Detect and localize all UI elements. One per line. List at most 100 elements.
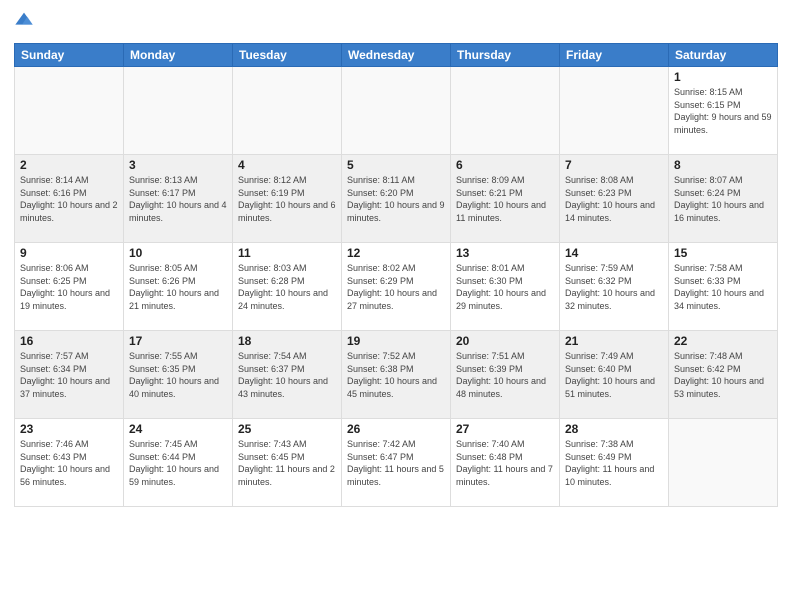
- weekday-header-saturday: Saturday: [669, 44, 778, 67]
- calendar-day: 26 Sunrise: 7:42 AM Sunset: 6:47 PM Dayli…: [342, 419, 451, 507]
- calendar-week-row: 16 Sunrise: 7:57 AM Sunset: 6:34 PM Dayli…: [15, 331, 778, 419]
- weekday-header-thursday: Thursday: [451, 44, 560, 67]
- calendar-day: [669, 419, 778, 507]
- calendar-day: 16 Sunrise: 7:57 AM Sunset: 6:34 PM Dayli…: [15, 331, 124, 419]
- weekday-header-row: SundayMondayTuesdayWednesdayThursdayFrid…: [15, 44, 778, 67]
- calendar-day: 20 Sunrise: 7:51 AM Sunset: 6:39 PM Dayli…: [451, 331, 560, 419]
- calendar-day: 9 Sunrise: 8:06 AM Sunset: 6:25 PM Daylig…: [15, 243, 124, 331]
- calendar-day: [233, 67, 342, 155]
- day-info: Sunrise: 8:11 AM Sunset: 6:20 PM Dayligh…: [347, 174, 445, 224]
- calendar-day: [342, 67, 451, 155]
- calendar-day: 27 Sunrise: 7:40 AM Sunset: 6:48 PM Dayli…: [451, 419, 560, 507]
- weekday-header-monday: Monday: [124, 44, 233, 67]
- day-info: Sunrise: 8:06 AM Sunset: 6:25 PM Dayligh…: [20, 262, 118, 312]
- day-number: 27: [456, 422, 554, 436]
- calendar-day: 18 Sunrise: 7:54 AM Sunset: 6:37 PM Dayli…: [233, 331, 342, 419]
- weekday-header-tuesday: Tuesday: [233, 44, 342, 67]
- day-number: 23: [20, 422, 118, 436]
- page-header: [14, 10, 778, 35]
- day-number: 4: [238, 158, 336, 172]
- calendar-week-row: 9 Sunrise: 8:06 AM Sunset: 6:25 PM Daylig…: [15, 243, 778, 331]
- day-info: Sunrise: 7:48 AM Sunset: 6:42 PM Dayligh…: [674, 350, 772, 400]
- calendar-day: 28Sunrise: 7:38 AM Sunset: 6:49 PM Dayli…: [560, 419, 669, 507]
- day-number: 5: [347, 158, 445, 172]
- day-info: Sunrise: 8:03 AM Sunset: 6:28 PM Dayligh…: [238, 262, 336, 312]
- calendar-week-row: 2 Sunrise: 8:14 AM Sunset: 6:16 PM Daylig…: [15, 155, 778, 243]
- calendar-day: 21 Sunrise: 7:49 AM Sunset: 6:40 PM Dayli…: [560, 331, 669, 419]
- day-number: 14: [565, 246, 663, 260]
- day-info: Sunrise: 7:49 AM Sunset: 6:40 PM Dayligh…: [565, 350, 663, 400]
- calendar-day: [15, 67, 124, 155]
- day-info: Sunrise: 7:54 AM Sunset: 6:37 PM Dayligh…: [238, 350, 336, 400]
- weekday-header-friday: Friday: [560, 44, 669, 67]
- day-number: 12: [347, 246, 445, 260]
- day-info: Sunrise: 7:43 AM Sunset: 6:45 PM Dayligh…: [238, 438, 336, 488]
- day-number: 1: [674, 70, 772, 84]
- logo: [14, 10, 36, 35]
- calendar-day: 23 Sunrise: 7:46 AM Sunset: 6:43 PM Dayli…: [15, 419, 124, 507]
- day-number: 9: [20, 246, 118, 260]
- day-info: Sunrise: 7:45 AM Sunset: 6:44 PM Dayligh…: [129, 438, 227, 488]
- calendar-day: 2 Sunrise: 8:14 AM Sunset: 6:16 PM Daylig…: [15, 155, 124, 243]
- day-info: Sunrise: 8:01 AM Sunset: 6:30 PM Dayligh…: [456, 262, 554, 312]
- day-info: Sunrise: 8:12 AM Sunset: 6:19 PM Dayligh…: [238, 174, 336, 224]
- day-number: 15: [674, 246, 772, 260]
- day-info: Sunrise: 7:40 AM Sunset: 6:48 PM Dayligh…: [456, 438, 554, 488]
- day-number: 18: [238, 334, 336, 348]
- calendar-day: 4 Sunrise: 8:12 AM Sunset: 6:19 PM Daylig…: [233, 155, 342, 243]
- day-info: Sunrise: 7:51 AM Sunset: 6:39 PM Dayligh…: [456, 350, 554, 400]
- day-info: Sunrise: 7:59 AM Sunset: 6:32 PM Dayligh…: [565, 262, 663, 312]
- calendar-day: [451, 67, 560, 155]
- day-number: 19: [347, 334, 445, 348]
- calendar-day: 14 Sunrise: 7:59 AM Sunset: 6:32 PM Dayli…: [560, 243, 669, 331]
- day-number: 21: [565, 334, 663, 348]
- calendar-day: 22 Sunrise: 7:48 AM Sunset: 6:42 PM Dayli…: [669, 331, 778, 419]
- calendar-day: 15 Sunrise: 7:58 AM Sunset: 6:33 PM Dayli…: [669, 243, 778, 331]
- day-info: Sunrise: 7:42 AM Sunset: 6:47 PM Dayligh…: [347, 438, 445, 488]
- day-number: 25: [238, 422, 336, 436]
- day-number: 7: [565, 158, 663, 172]
- day-number: 2: [20, 158, 118, 172]
- day-number: 10: [129, 246, 227, 260]
- calendar-week-row: 23 Sunrise: 7:46 AM Sunset: 6:43 PM Dayli…: [15, 419, 778, 507]
- calendar-table: SundayMondayTuesdayWednesdayThursdayFrid…: [14, 43, 778, 507]
- day-number: 8: [674, 158, 772, 172]
- day-number: 6: [456, 158, 554, 172]
- calendar-week-row: 1 Sunrise: 8:15 AM Sunset: 6:15 PM Daylig…: [15, 67, 778, 155]
- logo-icon: [14, 10, 34, 30]
- day-info: Sunrise: 7:55 AM Sunset: 6:35 PM Dayligh…: [129, 350, 227, 400]
- calendar-day: 24 Sunrise: 7:45 AM Sunset: 6:44 PM Dayli…: [124, 419, 233, 507]
- day-number: 20: [456, 334, 554, 348]
- day-info: Sunrise: 8:07 AM Sunset: 6:24 PM Dayligh…: [674, 174, 772, 224]
- calendar-day: 6Sunrise: 8:09 AM Sunset: 6:21 PM Daylig…: [451, 155, 560, 243]
- day-info: Sunrise: 7:38 AM Sunset: 6:49 PM Dayligh…: [565, 438, 663, 488]
- calendar-day: [560, 67, 669, 155]
- day-info: Sunrise: 8:02 AM Sunset: 6:29 PM Dayligh…: [347, 262, 445, 312]
- day-number: 16: [20, 334, 118, 348]
- day-info: Sunrise: 7:58 AM Sunset: 6:33 PM Dayligh…: [674, 262, 772, 312]
- calendar-day: 5 Sunrise: 8:11 AM Sunset: 6:20 PM Daylig…: [342, 155, 451, 243]
- day-number: 11: [238, 246, 336, 260]
- day-number: 24: [129, 422, 227, 436]
- day-info: Sunrise: 7:52 AM Sunset: 6:38 PM Dayligh…: [347, 350, 445, 400]
- day-info: Sunrise: 8:13 AM Sunset: 6:17 PM Dayligh…: [129, 174, 227, 224]
- calendar-day: 12 Sunrise: 8:02 AM Sunset: 6:29 PM Dayli…: [342, 243, 451, 331]
- day-number: 3: [129, 158, 227, 172]
- day-info: Sunrise: 7:57 AM Sunset: 6:34 PM Dayligh…: [20, 350, 118, 400]
- calendar-day: 7 Sunrise: 8:08 AM Sunset: 6:23 PM Daylig…: [560, 155, 669, 243]
- calendar-day: 11 Sunrise: 8:03 AM Sunset: 6:28 PM Dayli…: [233, 243, 342, 331]
- weekday-header-sunday: Sunday: [15, 44, 124, 67]
- day-info: Sunrise: 8:14 AM Sunset: 6:16 PM Dayligh…: [20, 174, 118, 224]
- calendar-day: 25 Sunrise: 7:43 AM Sunset: 6:45 PM Dayli…: [233, 419, 342, 507]
- day-number: 13: [456, 246, 554, 260]
- day-number: 26: [347, 422, 445, 436]
- weekday-header-wednesday: Wednesday: [342, 44, 451, 67]
- calendar-day: 1 Sunrise: 8:15 AM Sunset: 6:15 PM Daylig…: [669, 67, 778, 155]
- calendar-day: [124, 67, 233, 155]
- day-info: Sunrise: 7:46 AM Sunset: 6:43 PM Dayligh…: [20, 438, 118, 488]
- day-info: Sunrise: 8:08 AM Sunset: 6:23 PM Dayligh…: [565, 174, 663, 224]
- day-info: Sunrise: 8:15 AM Sunset: 6:15 PM Dayligh…: [674, 86, 772, 136]
- calendar-day: 10Sunrise: 8:05 AM Sunset: 6:26 PM Dayli…: [124, 243, 233, 331]
- day-number: 22: [674, 334, 772, 348]
- day-number: 17: [129, 334, 227, 348]
